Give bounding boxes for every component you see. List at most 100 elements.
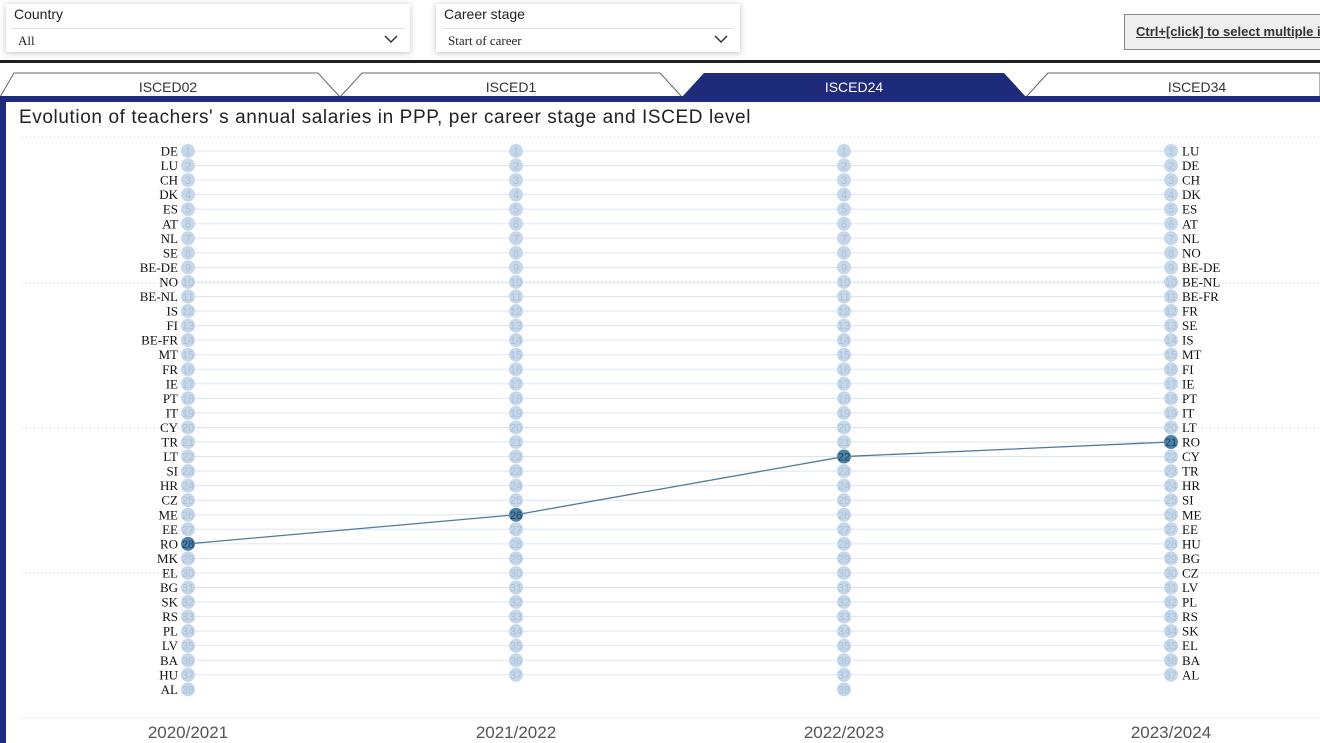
country-label-left: FI [166, 318, 178, 333]
country-label-right: FI [1182, 362, 1194, 377]
rank-number: 12 [1165, 306, 1177, 318]
country-label-right: SE [1182, 318, 1197, 333]
rank-number: 4 [513, 190, 519, 202]
country-label-right: CH [1182, 173, 1200, 188]
rank-number: 11 [1165, 292, 1176, 304]
rank-number: 20 [1165, 422, 1177, 434]
country-label-right: CZ [1182, 565, 1199, 580]
country-label-left: PL [163, 624, 178, 639]
rank-number: 27 [838, 524, 850, 536]
rank-number: 32 [1165, 597, 1177, 609]
country-label-right: AL [1182, 667, 1199, 682]
rank-number: 24 [510, 481, 522, 493]
rank-number: 23 [182, 466, 194, 478]
country-label-left: ES [163, 202, 178, 217]
country-label-right: NO [1182, 245, 1201, 260]
rank-number: 14 [1165, 335, 1177, 347]
rank-number: 2 [841, 161, 847, 173]
rank-number: 34 [838, 626, 850, 638]
country-label-right: BE-NL [1182, 274, 1220, 289]
rank-number: 4 [185, 190, 191, 202]
rank-number: 9 [841, 262, 847, 274]
country-label-left: CH [160, 173, 178, 188]
rank-number: 7 [513, 233, 519, 245]
country-label-right: ES [1182, 202, 1197, 217]
country-label-right: DE [1182, 158, 1199, 173]
rank-number: 9 [185, 262, 191, 274]
country-label-left: BA [160, 653, 179, 668]
country-label-left: BG [160, 580, 178, 595]
rank-number: 31 [1165, 583, 1177, 595]
rank-number: 19 [1165, 408, 1177, 420]
rank-number: 5 [185, 204, 191, 216]
rank-number: 1 [1168, 146, 1174, 158]
rank-number: 20 [182, 422, 194, 434]
country-label-right: PL [1182, 595, 1197, 610]
country-label-right: HU [1182, 536, 1201, 551]
rank-number: 25 [838, 495, 850, 507]
rank-number: 10 [182, 277, 194, 289]
country-label-left: AL [161, 682, 178, 697]
rank-number: 29 [838, 553, 850, 565]
bump-chart: 1234567891011121314151617181920212223242… [22, 136, 1320, 742]
rank-number: 24 [182, 481, 194, 493]
rank-number: 28 [1165, 539, 1177, 551]
country-label-left: LU [161, 158, 179, 173]
rank-number: 4 [841, 190, 847, 202]
country-label-right: IE [1182, 376, 1194, 391]
country-label-left: DE [161, 144, 178, 159]
country-label-left: IS [166, 304, 178, 319]
rank-number: 8 [513, 248, 519, 260]
rank-number: 33 [510, 612, 522, 624]
country-label-right: EE [1182, 522, 1198, 537]
rank-number: 37 [1165, 670, 1177, 682]
rank-number: 33 [838, 612, 850, 624]
rank-number: 37 [182, 670, 194, 682]
rank-number: 38 [182, 684, 194, 696]
rank-number: 19 [838, 408, 850, 420]
rank-number: 33 [182, 612, 194, 624]
highlight-line-RO [187, 441, 1172, 545]
country-label-left: NO [159, 274, 178, 289]
rank-number: 9 [1168, 262, 1174, 274]
rank-number: 8 [185, 248, 191, 260]
rank-number: 22 [510, 452, 522, 464]
rank-number: 31 [510, 583, 522, 595]
country-label-left: IE [166, 376, 178, 391]
rank-number: 38 [838, 684, 850, 696]
country-label-left: HU [159, 667, 178, 682]
rank-number: 17 [838, 379, 850, 391]
rank-number: 29 [510, 553, 522, 565]
rank-number: 16 [510, 364, 522, 376]
rank-number: 16 [1165, 364, 1177, 376]
rank-number: 10 [838, 277, 850, 289]
country-label-left: SK [161, 595, 178, 610]
rank-number: 7 [1168, 233, 1174, 245]
rank-number: 23 [510, 466, 522, 478]
rank-number: 21 [838, 437, 850, 449]
rank-number: 31 [838, 583, 850, 595]
rank-number: 19 [182, 408, 194, 420]
country-label-left: CY [160, 420, 179, 435]
rank-number: 35 [838, 641, 850, 653]
rank-number: 3 [1168, 175, 1174, 187]
rank-number: 3 [185, 175, 191, 187]
country-label-left: LT [163, 449, 178, 464]
rank-number: 34 [510, 626, 522, 638]
rank-number: 15 [838, 350, 850, 362]
country-label-right: SI [1182, 493, 1194, 508]
rank-number: 30 [838, 568, 850, 580]
rank-number: 32 [838, 597, 850, 609]
rank-number: 14 [510, 335, 522, 347]
rank-number: 13 [1165, 321, 1177, 333]
rank-number: 35 [510, 641, 522, 653]
rank-number: 21 [510, 437, 522, 449]
country-label-right: BA [1182, 653, 1201, 668]
rank-number: 18 [510, 393, 522, 405]
rank-number: 34 [1165, 626, 1177, 638]
rank-number: 3 [841, 175, 847, 187]
rank-number: 1 [185, 146, 191, 158]
rank-number: 11 [510, 292, 521, 304]
country-label-left: PT [163, 391, 178, 406]
rank-number: 37 [510, 670, 522, 682]
